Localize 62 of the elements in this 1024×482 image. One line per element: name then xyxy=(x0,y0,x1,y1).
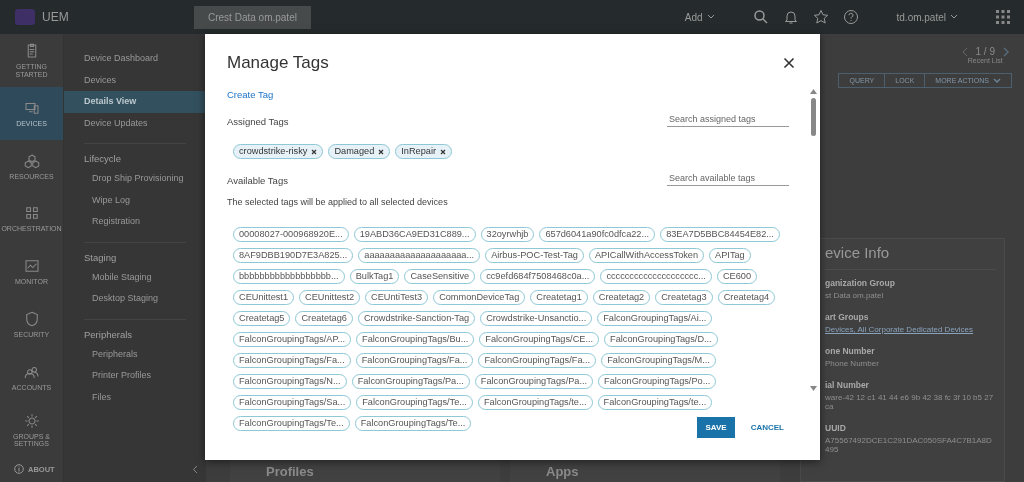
field-value: Phone Number xyxy=(825,359,880,368)
app-name: UEM xyxy=(42,10,69,24)
nav-item[interactable]: Drop Ship Provisioning xyxy=(64,168,206,190)
field-label: one Number xyxy=(825,346,876,356)
nav-item[interactable]: Mobile Staging xyxy=(64,266,206,288)
smart-groups-link[interactable]: Devices, All Corporate Dedicated Devices xyxy=(825,325,996,334)
chevron-left-icon[interactable] xyxy=(192,465,198,474)
save-button[interactable]: SAVE xyxy=(697,417,735,438)
search-field[interactable]: Search available tags xyxy=(667,171,789,186)
remove-icon[interactable] xyxy=(311,148,318,155)
nav-item[interactable]: Wipe Log xyxy=(64,189,206,211)
star-icon[interactable] xyxy=(812,9,829,25)
section-label: Available Tags xyxy=(227,175,288,186)
caret-icon xyxy=(993,77,1001,84)
nav-item[interactable]: Printer Profiles xyxy=(64,365,206,387)
info-icon xyxy=(14,464,24,475)
scroll-down-icon[interactable] xyxy=(809,386,817,391)
field-label: art Groups xyxy=(825,312,870,322)
card-title: evice Info xyxy=(825,244,996,270)
create-tag-link[interactable]: Create Tag xyxy=(227,89,789,100)
scroll-up-icon[interactable] xyxy=(809,89,817,94)
user-menu[interactable]: td.om.patel xyxy=(890,10,964,24)
tag-chip[interactable]: crowdstrike-risky xyxy=(233,144,324,159)
gear-icon xyxy=(22,411,41,430)
caret-icon xyxy=(706,14,715,20)
section-label: Assigned Tags xyxy=(227,116,289,127)
cancel-button[interactable]: CANCEL xyxy=(742,417,792,438)
nav-item[interactable]: Desktop Staging xyxy=(64,288,206,310)
nav-item[interactable]: Device Updates xyxy=(64,112,206,134)
app-grid-icon[interactable] xyxy=(996,10,1010,24)
scrollbar[interactable] xyxy=(809,89,817,391)
nav-item[interactable]: Device Dashboard xyxy=(64,48,206,70)
nav-item[interactable]: Files xyxy=(64,386,206,408)
field-label: UUID xyxy=(825,423,847,433)
tag-chip[interactable]: InRepair xyxy=(395,144,452,159)
search-icon[interactable] xyxy=(752,9,769,25)
remove-icon[interactable] xyxy=(378,148,385,155)
close-icon[interactable] xyxy=(783,57,795,69)
tag-chip[interactable]: Damaged xyxy=(328,144,391,159)
card-title: Profiles xyxy=(266,463,314,479)
field-value: ware-42 12 c1 41 44 e6 9b 42 38 fc 3f 10 b5 27 ca xyxy=(825,393,995,411)
caret-icon xyxy=(950,14,958,20)
nav-item[interactable]: Registration xyxy=(64,211,206,233)
field-label: ial Number xyxy=(825,380,870,390)
search-field[interactable]: Search assigned tags xyxy=(667,112,789,127)
nav-section-title: Staging xyxy=(83,250,118,265)
remove-icon[interactable] xyxy=(440,148,446,155)
add-menu[interactable]: Add xyxy=(678,10,721,24)
field-value: A75567492DCE1C291DAC050SFA4C7B1A8D495 xyxy=(825,436,993,454)
bell-icon[interactable] xyxy=(782,9,799,25)
page-counter: 1 / 9 xyxy=(975,46,995,57)
nav-section-title: Peripherals xyxy=(83,327,134,342)
help-icon[interactable] xyxy=(842,9,859,25)
card-title: Apps xyxy=(546,463,579,479)
nav-item[interactable]: Details View xyxy=(64,91,206,113)
nav-item[interactable]: Devices xyxy=(64,69,206,91)
nav-section-title: Lifecycle xyxy=(83,152,122,166)
field-label: ganization Group xyxy=(825,278,896,288)
dialog-title: Manage Tags xyxy=(227,53,329,73)
nav-item[interactable]: Peripherals xyxy=(64,343,206,365)
info-text: The selected tags will be applied to all selected devices xyxy=(227,197,449,207)
logo-icon xyxy=(14,8,36,26)
